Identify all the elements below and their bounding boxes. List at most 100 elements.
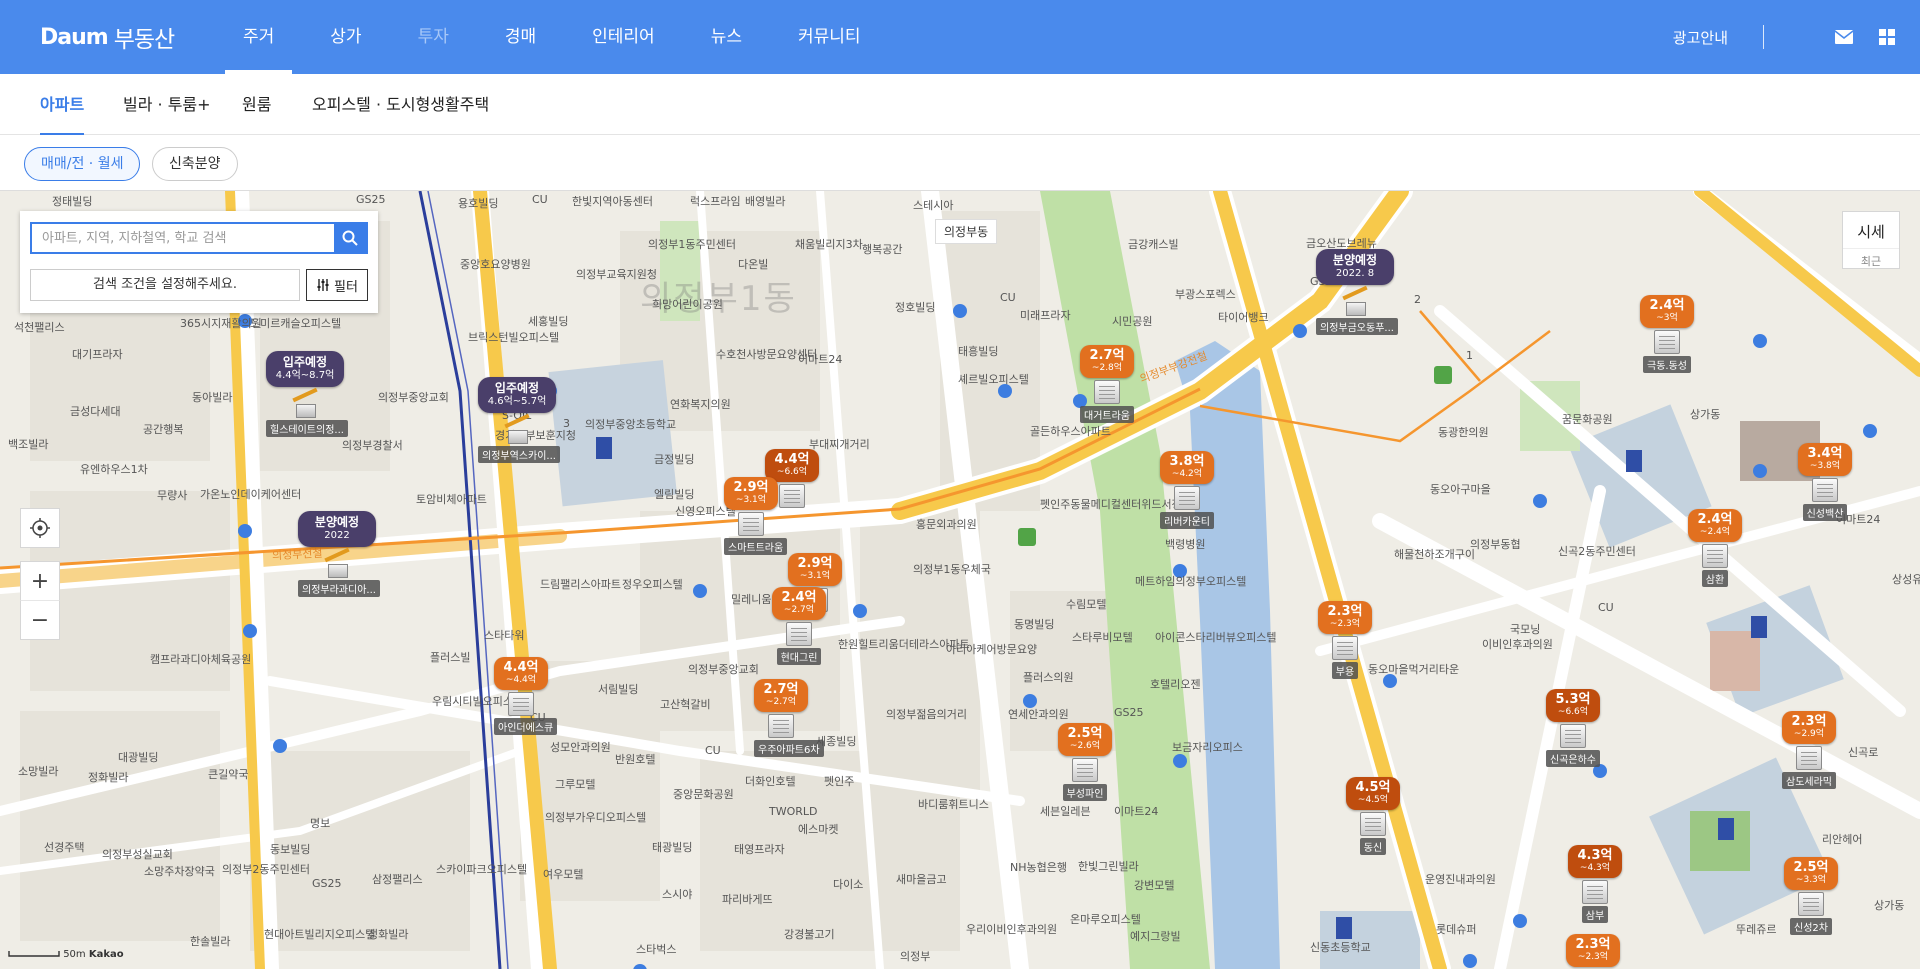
search-button[interactable] (334, 224, 366, 252)
pill-sale-rent[interactable]: 매매/전 · 월세 (24, 147, 141, 181)
crane-icon (290, 390, 320, 418)
sise-label: 시세 (1857, 223, 1885, 241)
price-marker[interactable]: 2.7억 ~2.8억 대거트라움 (1080, 345, 1134, 423)
nav-item-community[interactable]: 커뮤니티 (780, 0, 879, 74)
map-label: 운영진내과의원 (1425, 873, 1496, 886)
map-label: 의정부1동우체국 (913, 563, 991, 576)
upcoming-marker[interactable]: 입주예정 4.6억~5.7억 의정부역스카이... (478, 377, 560, 463)
mail-icon[interactable] (1834, 29, 1854, 45)
upcoming-marker[interactable]: 분양예정 2022. 8 의정부금오동푸... (1316, 249, 1398, 335)
price-value: 2.7억 (763, 682, 799, 697)
grid-icon[interactable] (1878, 28, 1896, 46)
price-marker[interactable]: 2.4억 ~3억 극동.동성 (1640, 295, 1694, 373)
map-label: 희망어린이공원 (652, 298, 723, 311)
price-marker[interactable]: 2.3억 ~2.3억 (1566, 934, 1620, 967)
map-label: 우리이비인후과의원 (966, 923, 1058, 936)
price-marker[interactable]: 4.4억 ~4.4억 아인더에스큐 (494, 657, 558, 735)
map-label: 정호빌딩 (895, 301, 936, 314)
map-label: GS25 (312, 877, 342, 890)
complex-name: 아인더에스큐 (494, 718, 558, 735)
upcoming-marker[interactable]: 분양예정 2022 의정부라과디아... (298, 511, 380, 597)
upcoming-sub: 2022 (324, 530, 350, 541)
price-range: ~2.8억 (1091, 363, 1123, 373)
price-bubble: 2.3억 ~2.3억 (1318, 601, 1372, 634)
logo[interactable]: Daum 부동산 (40, 20, 175, 54)
tab-villa[interactable]: 빌라 · 투룸+ (123, 74, 211, 135)
map-label: CU (1000, 291, 1016, 304)
map-label: 동명빌딩 (1014, 618, 1055, 631)
price-marker[interactable]: 2.3억 ~2.9억 삼도세라믹 (1782, 711, 1836, 789)
map-label: 스테시아 (913, 199, 954, 212)
price-value: 4.5억 (1355, 780, 1391, 795)
map-label: 한빛지역아동센터 (572, 195, 653, 208)
price-marker[interactable]: 4.3억 ~4.3억 삼부 (1568, 845, 1622, 923)
map-label: 한빛그린빌라 (1078, 860, 1139, 873)
map-label: 태영프라자 (734, 843, 785, 856)
crane-icon (322, 550, 352, 578)
price-marker[interactable]: 2.3억 ~2.3억 부용 (1318, 601, 1372, 679)
map-label: 태흥빌딩 (958, 345, 999, 358)
price-value: 3.8억 (1169, 454, 1205, 469)
map-label: 중앙문화공원 (673, 788, 734, 801)
map-label: 중앙호요양병원 (460, 258, 531, 271)
price-bubble: 2.9억 ~3.1억 (724, 477, 778, 510)
tab-oneroom[interactable]: 원룸 (242, 74, 271, 135)
zoom-in-button[interactable]: + (20, 561, 60, 601)
upcoming-title: 입주예정 (494, 381, 540, 395)
zoom-out-button[interactable]: − (20, 600, 60, 640)
price-marker[interactable]: 2.4억 ~2.7억 현대그린 (772, 587, 826, 665)
nav-item-investment[interactable]: 투자 (400, 0, 467, 74)
my-location-button[interactable] (20, 508, 60, 548)
price-range: ~4.4억 (505, 675, 537, 685)
filter-button[interactable]: 필터 (306, 269, 368, 301)
map-label: 신곡2동주민센터 (1558, 545, 1636, 558)
nav-item-commercial[interactable]: 상가 (312, 0, 379, 74)
nav-item-interior[interactable]: 인테리어 (574, 0, 673, 74)
map-label: CU (532, 193, 548, 206)
map-label: 고산혁갈비 (660, 698, 711, 711)
price-marker[interactable]: 4.5억 ~4.5억 동신 (1346, 777, 1400, 855)
map-label: 스타루비모텔 (1072, 631, 1133, 644)
map-label: 상가동 (1874, 899, 1905, 912)
map-label: 아이콘스타리버뷰오피스텔 (1155, 631, 1277, 644)
price-marker[interactable]: 2.9억 ~3.1억 스마트트라움 (724, 477, 788, 555)
search-input[interactable] (32, 224, 334, 252)
map-label: 시민공원 (1112, 315, 1153, 328)
price-marker[interactable]: 2.5억 ~3.3억 신성2차 (1784, 857, 1838, 935)
header-divider (1763, 25, 1764, 49)
price-marker[interactable]: 3.4억 ~3.8억 신성백산 (1798, 443, 1852, 521)
price-marker[interactable]: 3.8억 ~4.2억 리버카운티 (1160, 451, 1214, 529)
complex-name: 힐스테이트의정... (266, 420, 348, 437)
ad-link[interactable]: 광고안내 (1673, 27, 1728, 48)
price-range: ~2.9억 (1793, 729, 1825, 739)
map-label: 더화인호텔 (745, 775, 796, 788)
condition-summary[interactable]: 검색 조건을 설정해주세요. (30, 269, 300, 301)
building-icon (1654, 330, 1680, 354)
price-marker[interactable]: 2.4억 ~2.4억 삼환 (1688, 509, 1742, 587)
sise-sub[interactable]: 최근 (1843, 248, 1899, 269)
nav-item-news[interactable]: 뉴스 (693, 0, 760, 74)
nav-item-residential[interactable]: 주거 (225, 0, 293, 74)
map-label: 의정부중앙교회 (688, 663, 759, 676)
map-label: 셰르빌오피스텔 (958, 373, 1029, 386)
tab-officetel[interactable]: 오피스텔 · 도시형생활주택 (312, 74, 489, 135)
market-price-toggle[interactable]: 시세 최근 (1842, 211, 1900, 269)
building-icon (1798, 892, 1824, 916)
nav-item-auction[interactable]: 경매 (487, 0, 554, 74)
map-label: 명보 (310, 817, 331, 830)
price-marker[interactable]: 2.5억 ~2.6억 부성파인 (1058, 723, 1112, 801)
upcoming-marker[interactable]: 입주예정 4.4억~8.7억 힐스테이트의정... (266, 351, 348, 437)
map-label: 뚜레쥬르 (1736, 923, 1777, 936)
map-label: 3 (563, 417, 570, 430)
price-value: 2.3억 (1791, 714, 1827, 729)
map-label: 온마루오피스텔 (1070, 913, 1141, 926)
price-value: 5.3억 (1555, 692, 1591, 707)
map-label: 금성다세대 (70, 405, 121, 418)
tab-apartment[interactable]: 아파트 (40, 74, 85, 136)
map-label: 에스마켓 (798, 823, 839, 836)
price-marker[interactable]: 2.7억 ~2.7억 우주아파트6차 (754, 679, 824, 757)
pill-new-presale[interactable]: 신축분양 (152, 147, 238, 181)
price-marker[interactable]: 5.3억 ~6.6억 신곡은하수 (1546, 689, 1600, 767)
building-icon (1812, 478, 1838, 502)
complex-name: 신곡은하수 (1546, 750, 1600, 767)
